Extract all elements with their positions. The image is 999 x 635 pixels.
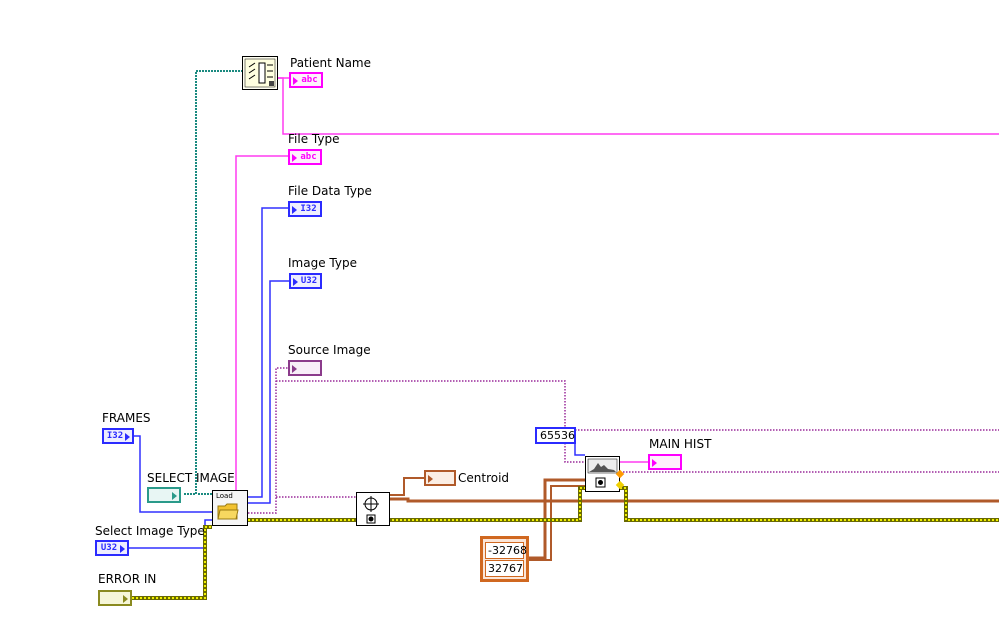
- image-wire-main: [276, 380, 585, 463]
- load-node-label: Load: [216, 492, 233, 500]
- file-type-label: File Type: [288, 132, 340, 146]
- error-in-control[interactable]: [98, 590, 132, 606]
- patient-name-wire: [278, 77, 999, 135]
- error-mid-wire: [248, 486, 585, 522]
- crosshair-icon: [363, 496, 379, 524]
- source-image-label: Source Image: [288, 343, 371, 357]
- main-hist-label: MAIN HIST: [649, 437, 712, 451]
- folder-icon: [217, 503, 239, 520]
- source-image-indicator[interactable]: [288, 360, 322, 376]
- range-min-constant[interactable]: -32768: [485, 541, 527, 559]
- path-wire: [184, 70, 242, 495]
- range-wire-2: [529, 485, 585, 561]
- image-type-wire: [248, 280, 289, 504]
- load-image-node[interactable]: Load: [212, 490, 248, 526]
- select-image-type-control[interactable]: U32: [95, 540, 129, 556]
- select-image-control[interactable]: [147, 487, 181, 503]
- range-cluster-constant[interactable]: -32768 32767: [480, 536, 529, 582]
- source-image-wire: [248, 367, 288, 514]
- centroid-out-wire: [390, 477, 424, 496]
- centroid-node[interactable]: [356, 492, 390, 526]
- select-image-label: SELECT IMAGE: [147, 471, 235, 485]
- frames-label: FRAMES: [102, 411, 151, 425]
- frames-control[interactable]: I32: [102, 428, 134, 444]
- error-in-label: ERROR IN: [98, 572, 157, 586]
- range-max-constant[interactable]: 32767: [485, 559, 524, 577]
- error-out-wire: [620, 486, 999, 522]
- hist-bins-wire: [574, 436, 585, 456]
- hist-bins-constant[interactable]: 65536: [535, 427, 576, 444]
- image-type-label: Image Type: [288, 256, 357, 270]
- histogram-node[interactable]: [585, 456, 625, 492]
- error-out-wire-dots: [620, 487, 999, 521]
- histogram-icon: [587, 458, 618, 488]
- file-type-indicator[interactable]: abc: [288, 149, 322, 165]
- main-hist-indicator[interactable]: [648, 454, 682, 470]
- centroid-indicator[interactable]: [424, 470, 456, 486]
- file-info-icon: [244, 58, 276, 88]
- image-type-indicator[interactable]: U32: [289, 273, 322, 289]
- error-mid-wire-dots: [248, 487, 585, 521]
- centroid-main-wire: [390, 497, 999, 503]
- file-data-type-indicator[interactable]: I32: [288, 201, 322, 217]
- patient-name-indicator[interactable]: abc: [289, 72, 323, 88]
- centroid-label: Centroid: [458, 471, 510, 485]
- select-image-type-label: Select Image Type: [95, 524, 205, 538]
- file-data-type-label: File Data Type: [288, 184, 372, 198]
- patient-name-label: Patient Name: [290, 56, 371, 70]
- file-info-node[interactable]: [242, 56, 278, 90]
- file-data-type-wire: [248, 207, 288, 498]
